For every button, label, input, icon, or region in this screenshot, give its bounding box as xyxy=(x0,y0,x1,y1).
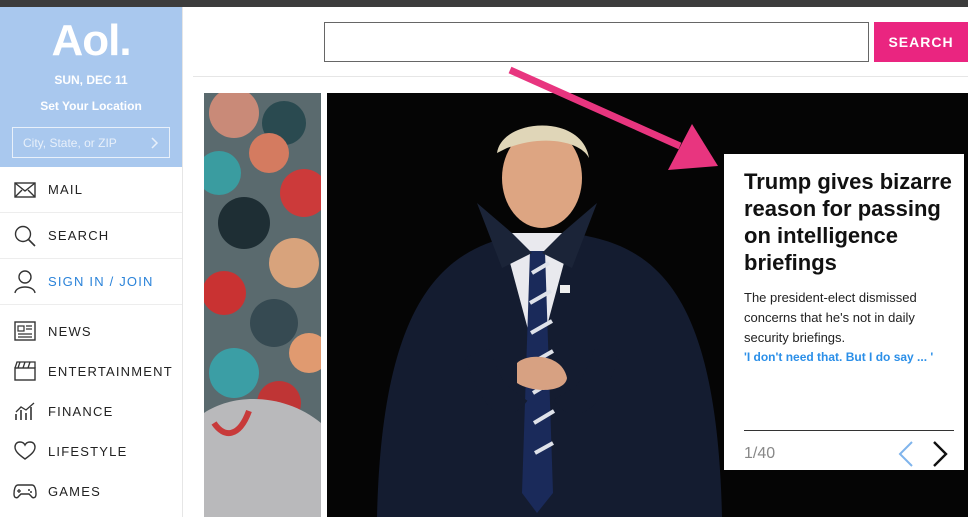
location-input[interactable]: City, State, or ZIP xyxy=(12,127,170,158)
browser-top-edge xyxy=(0,0,968,7)
nav-label: SEARCH xyxy=(48,228,110,243)
chevron-left-icon xyxy=(898,441,913,467)
story-link[interactable]: 'I don't need that. But I do say ... ' xyxy=(744,348,954,366)
search-input[interactable] xyxy=(324,22,869,62)
search-button[interactable]: SEARCH xyxy=(874,22,968,62)
previous-slide-button[interactable] xyxy=(892,439,920,469)
chart-icon xyxy=(13,399,37,423)
nav-entertainment[interactable]: ENTERTAINMENT xyxy=(0,351,182,391)
nav-label: ENTERTAINMENT xyxy=(48,363,173,379)
previous-slide-thumbnail[interactable] xyxy=(204,93,321,517)
nav-label: LIFESTYLE xyxy=(48,443,128,459)
nav-label: FINANCE xyxy=(48,403,114,419)
nav-label: SIGN IN / JOIN xyxy=(48,274,154,289)
user-icon xyxy=(13,269,37,294)
header-divider xyxy=(193,76,968,77)
next-slide-button[interactable] xyxy=(926,439,954,469)
nav-finance[interactable]: FINANCE xyxy=(0,391,182,431)
nav-label: GAMES xyxy=(48,483,101,499)
brand-panel: Aol. SUN, DEC 11 Set Your Location City,… xyxy=(0,7,182,167)
mail-icon xyxy=(13,178,37,202)
search-icon xyxy=(13,224,37,248)
nav-games[interactable]: GAMES xyxy=(0,471,182,511)
clapperboard-icon xyxy=(13,359,37,383)
set-location-label: Set Your Location xyxy=(40,99,142,113)
heart-icon xyxy=(13,439,37,463)
aol-logo[interactable]: Aol. xyxy=(0,17,182,65)
sidebar: Aol. SUN, DEC 11 Set Your Location City,… xyxy=(0,7,183,517)
slide-controls: 1/40 xyxy=(744,430,954,469)
newspaper-icon xyxy=(13,319,37,343)
current-date: SUN, DEC 11 xyxy=(54,73,128,87)
nav-news[interactable]: NEWS xyxy=(0,311,182,351)
gamepad-icon xyxy=(13,479,37,503)
chevron-right-icon xyxy=(933,441,948,467)
story-summary: The president-elect dismissed concerns t… xyxy=(744,290,917,345)
chevron-right-icon xyxy=(151,136,159,149)
nav-label: MAIL xyxy=(48,182,84,197)
nav-search[interactable]: SEARCH xyxy=(0,213,182,259)
story-card[interactable]: Trump gives bizarre reason for passing o… xyxy=(724,154,964,470)
location-placeholder: City, State, or ZIP xyxy=(23,135,117,150)
nav-mail[interactable]: MAIL xyxy=(0,167,182,213)
nav-label: NEWS xyxy=(48,323,92,339)
story-headline[interactable]: Trump gives bizarre reason for passing o… xyxy=(744,168,954,276)
nav-lifestyle[interactable]: LIFESTYLE xyxy=(0,431,182,471)
nav-sign-in[interactable]: SIGN IN / JOIN xyxy=(0,259,182,305)
slide-counter: 1/40 xyxy=(744,445,776,462)
